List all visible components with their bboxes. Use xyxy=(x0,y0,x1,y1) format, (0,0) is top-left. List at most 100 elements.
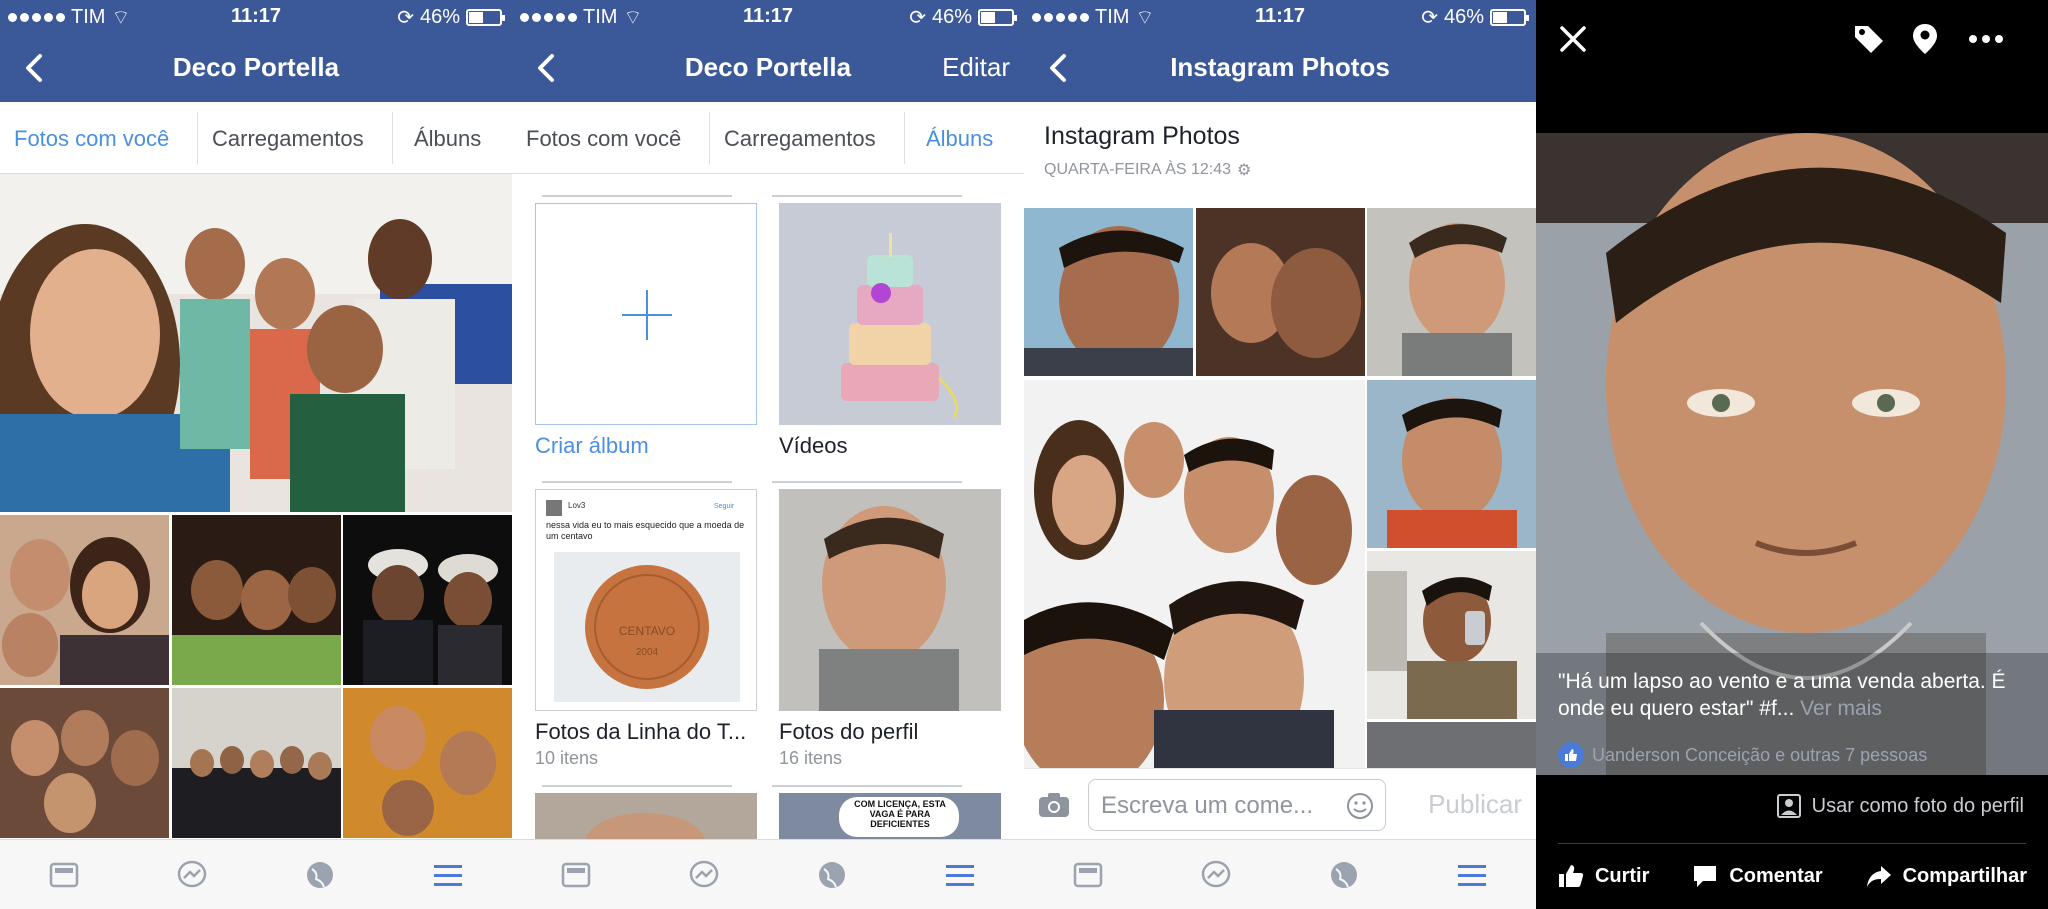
like-button[interactable]: Curtir xyxy=(1557,862,1649,890)
photo-tabs: Fotos com você Carregamentos Álbuns xyxy=(512,102,1024,174)
likes-text: Uanderson Conceição e outras 7 pessoas xyxy=(1592,744,1928,765)
post-follow: Seguir xyxy=(714,503,735,510)
edit-button[interactable]: Editar xyxy=(942,52,1010,83)
tab-photos-of-you[interactable]: Fotos com você xyxy=(14,126,169,152)
status-bar: TIM ⌔ 11:17 ⟳ 46% xyxy=(0,0,512,34)
album-name-profile[interactable]: Fotos do perfil xyxy=(779,719,918,745)
post-author: Lov3 xyxy=(568,501,586,510)
profile-photos-screen: TIM ⌔ 11:17 ⟳ 46% Deco Portella Fotos com … xyxy=(0,0,512,909)
photo-thumbnail[interactable] xyxy=(172,688,341,838)
news-feed-icon[interactable] xyxy=(558,857,594,893)
news-feed-icon[interactable] xyxy=(46,857,82,893)
viewer-toolbar xyxy=(1536,0,2048,80)
like-badge-icon xyxy=(1558,742,1584,768)
photo-thumbnail[interactable] xyxy=(1367,722,1536,768)
photo-thumbnail[interactable] xyxy=(1024,208,1193,376)
photo-thumbnail[interactable] xyxy=(343,688,512,838)
comment-button[interactable]: Comentar xyxy=(1691,862,1823,890)
battery-icon xyxy=(1490,9,1529,26)
profile-picture-icon xyxy=(1776,794,1801,818)
more-options-icon[interactable] xyxy=(1968,30,2004,48)
album-count-timeline: 10 itens xyxy=(535,748,599,768)
tab-uploads[interactable]: Carregamentos xyxy=(724,126,876,152)
menu-icon[interactable] xyxy=(1454,857,1490,893)
nav-bar: Deco Portella xyxy=(0,34,512,102)
globe-icon[interactable] xyxy=(302,857,338,893)
likes-summary[interactable]: Uanderson Conceição e outras 7 pessoas xyxy=(1558,742,1927,768)
publish-button[interactable]: Publicar xyxy=(1428,789,1522,820)
messenger-icon[interactable] xyxy=(686,857,722,893)
album-detail-screen: TIM ⌔ 11:17 ⟳ 46% Instagram Photos Instagr… xyxy=(1024,0,1536,909)
album-cover[interactable] xyxy=(535,793,757,839)
sign-text: COM LICENÇA, ESTA VAGA É PARA DEFICIENTE… xyxy=(854,799,946,829)
rotation-lock-icon: ⟳ xyxy=(1421,7,1438,29)
messenger-icon[interactable] xyxy=(1198,857,1234,893)
rotation-lock-icon: ⟳ xyxy=(397,7,414,29)
caption-text: "Há um lapso ao vento e a uma venda aber… xyxy=(1558,670,2006,720)
photo-thumbnail[interactable] xyxy=(343,515,512,685)
news-feed-icon[interactable] xyxy=(1070,857,1106,893)
status-bar: TIM ⌔ 11:17 ⟳ 46% xyxy=(512,0,1024,34)
share-arrow-icon xyxy=(1866,866,1891,887)
album-name-timeline[interactable]: Fotos da Linha do T... xyxy=(535,719,746,745)
bottom-tab-bar xyxy=(1024,839,1536,909)
menu-icon[interactable] xyxy=(942,857,978,893)
page-title: Deco Portella xyxy=(172,52,340,82)
album-cover-profile[interactable] xyxy=(779,489,1001,711)
bottom-tab-bar xyxy=(512,839,1024,909)
comment-label: Comentar xyxy=(1729,864,1823,887)
divider xyxy=(1558,843,2026,844)
use-as-profile-photo-button[interactable]: Usar como foto do perfil xyxy=(1776,793,2024,819)
page-title: Instagram Photos xyxy=(1170,52,1390,82)
close-icon[interactable] xyxy=(1558,24,1588,54)
comment-input[interactable]: Escreva um come... xyxy=(1088,779,1386,831)
photo-tabs: Fotos com você Carregamentos Álbuns xyxy=(0,102,512,174)
bottom-tab-bar xyxy=(0,839,512,909)
photo-thumbnail[interactable] xyxy=(0,174,512,512)
album-count-profile: 16 itens xyxy=(779,748,843,768)
tab-photos-of-you[interactable]: Fotos com você xyxy=(526,126,681,152)
photo-thumbnail[interactable] xyxy=(1367,208,1536,376)
nav-bar: Instagram Photos xyxy=(1024,34,1536,102)
privacy-gear-icon[interactable]: ⚙ xyxy=(1237,160,1251,180)
create-album-tile[interactable] xyxy=(535,203,757,425)
comment-bar: Escreva um come... Publicar xyxy=(1024,768,1536,839)
albums-screen: TIM ⌔ 11:17 ⟳ 46% Deco Portella Editar Fot… xyxy=(512,0,1024,909)
photo-thumbnail[interactable] xyxy=(1367,551,1536,719)
photo-thumbnail[interactable] xyxy=(1196,208,1365,376)
thumbs-up-icon xyxy=(1558,865,1584,887)
tag-icon[interactable] xyxy=(1852,22,1886,56)
photo-thumbnail[interactable] xyxy=(0,515,169,685)
location-pin-icon[interactable] xyxy=(1910,22,1940,56)
albums-grid: Criar álbum Vídeos Lov3 Seguir nessa vid… xyxy=(512,175,1024,839)
photo-thumbnail[interactable] xyxy=(1367,380,1536,548)
photo-caption: "Há um lapso ao vento e a uma venda aber… xyxy=(1558,668,2028,722)
battery-icon xyxy=(978,9,1017,26)
comment-icon xyxy=(1694,866,1717,887)
globe-icon[interactable] xyxy=(1326,857,1362,893)
tab-albums[interactable]: Álbuns xyxy=(414,126,481,152)
tab-albums[interactable]: Álbuns xyxy=(926,126,993,152)
globe-icon[interactable] xyxy=(814,857,850,893)
album-name-videos[interactable]: Vídeos xyxy=(779,433,848,459)
create-album-label[interactable]: Criar álbum xyxy=(535,433,649,459)
messenger-icon[interactable] xyxy=(174,857,210,893)
photo-thumbnail[interactable] xyxy=(1024,380,1365,768)
tab-uploads[interactable]: Carregamentos xyxy=(212,126,364,152)
album-cover[interactable]: COM LICENÇA, ESTA VAGA É PARA DEFICIENTE… xyxy=(779,793,1001,839)
menu-icon[interactable] xyxy=(430,857,466,893)
album-title: Instagram Photos xyxy=(1044,122,1240,150)
emoji-icon[interactable] xyxy=(1345,791,1375,821)
camera-icon[interactable] xyxy=(1036,787,1072,823)
photo-actions: Curtir Comentar Compartilhar xyxy=(1536,862,2048,890)
plus-icon xyxy=(622,290,672,340)
album-cover-timeline[interactable]: Lov3 Seguir nessa vida eu to mais esquec… xyxy=(535,489,757,711)
album-cover-videos[interactable] xyxy=(779,203,1001,425)
photo-thumbnail[interactable] xyxy=(172,515,341,685)
photo-thumbnail[interactable] xyxy=(0,688,169,838)
coin-year: 2004 xyxy=(636,647,659,658)
battery-percent: 46% xyxy=(419,6,460,28)
coin-text: CENTAVO xyxy=(619,624,675,638)
see-more-link[interactable]: Ver mais xyxy=(1800,697,1882,720)
share-button[interactable]: Compartilhar xyxy=(1865,862,2027,890)
